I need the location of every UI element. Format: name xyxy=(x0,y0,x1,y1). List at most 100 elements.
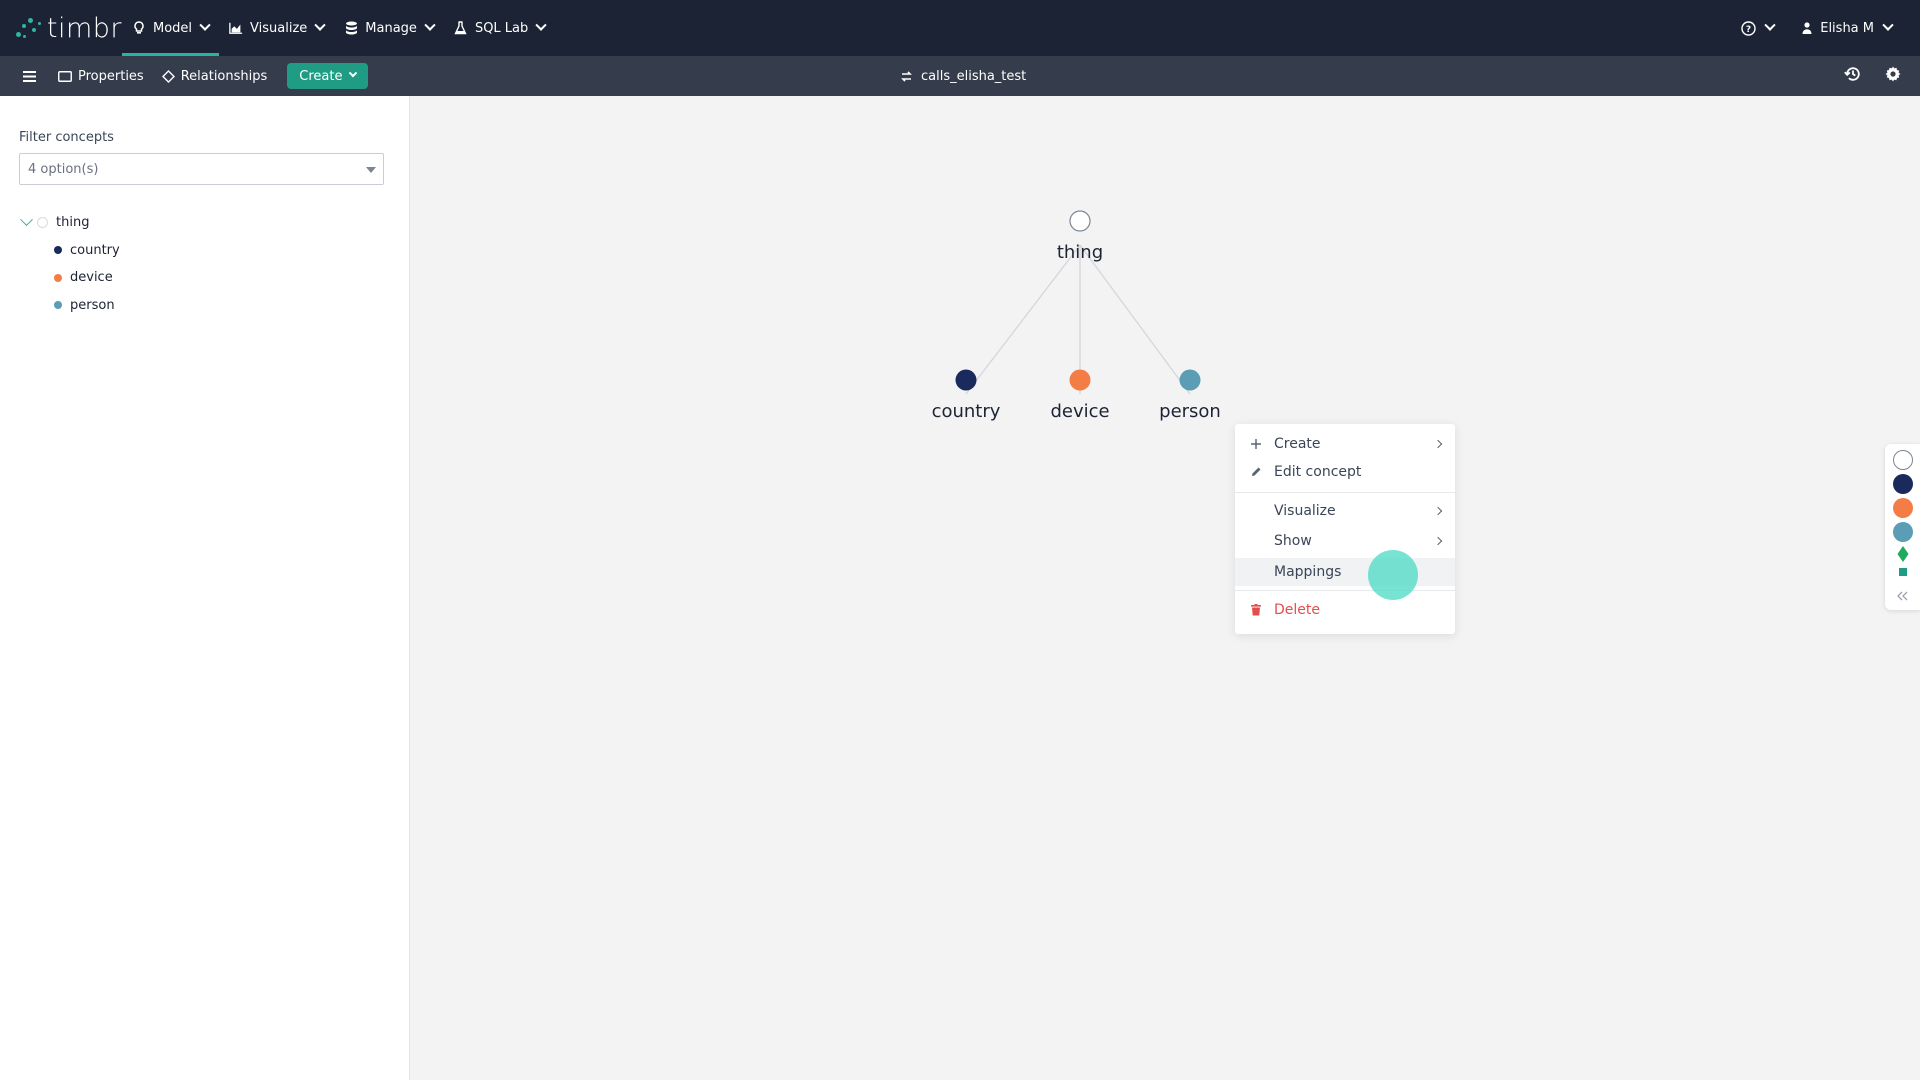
cursor-highlight xyxy=(1368,550,1418,600)
palette-color-orange[interactable] xyxy=(1893,498,1913,518)
node-country[interactable] xyxy=(955,369,977,391)
graph-edge xyxy=(965,244,1081,395)
properties-label: Properties xyxy=(78,68,144,84)
create-label: Create xyxy=(299,68,343,84)
chevron-right-icon xyxy=(1433,439,1443,449)
palette-color-navy[interactable] xyxy=(1893,474,1913,494)
nav-model-label: Model xyxy=(153,20,193,36)
logo-text: timbr xyxy=(46,12,122,44)
area-chart-icon xyxy=(229,21,243,35)
palette-color-teal[interactable] xyxy=(1893,522,1913,542)
chevron-down-icon xyxy=(535,19,547,31)
ctx-delete-label: Delete xyxy=(1274,602,1320,618)
square-shape-icon[interactable] xyxy=(1899,568,1907,576)
ctx-mappings-label: Mappings xyxy=(1274,564,1342,580)
nav-visualize[interactable]: Visualize xyxy=(219,0,334,56)
hamburger-icon xyxy=(22,70,36,82)
nav-model[interactable]: Model xyxy=(122,0,220,56)
nav-manage[interactable]: Manage xyxy=(334,0,444,56)
concept-dot-icon xyxy=(54,246,62,255)
concept-dot-icon xyxy=(37,217,48,229)
node-label-device: device xyxy=(1050,401,1109,422)
graph-edge xyxy=(1079,244,1191,395)
history-button[interactable] xyxy=(1844,65,1862,87)
tree-item-device[interactable]: device xyxy=(22,264,120,292)
node-label-country: country xyxy=(932,401,1001,422)
chevron-down-icon xyxy=(314,19,326,31)
ctx-visualize-label: Visualize xyxy=(1274,503,1336,519)
ctx-visualize[interactable]: Visualize xyxy=(1235,497,1455,525)
filter-concepts-select[interactable]: 4 option(s) xyxy=(19,153,384,185)
settings-button[interactable] xyxy=(1884,65,1902,87)
user-icon xyxy=(1802,22,1812,34)
menu-divider xyxy=(1235,492,1455,493)
user-name: Elisha M xyxy=(1820,20,1874,36)
ctx-create[interactable]: Create xyxy=(1235,430,1455,458)
palette-color-white[interactable] xyxy=(1893,450,1913,470)
filter-concepts-value: 4 option(s) xyxy=(28,161,99,177)
pencil-icon xyxy=(1249,465,1263,479)
nav-sql-lab[interactable]: SQL Lab xyxy=(444,0,555,56)
concepts-sidebar: Filter concepts 4 option(s) thing countr… xyxy=(0,96,410,1080)
menu-divider xyxy=(1235,590,1455,591)
node-device[interactable] xyxy=(1069,369,1091,391)
node-context-menu: Create Edit concept Visualize Show Mappi… xyxy=(1235,424,1455,634)
gear-icon xyxy=(1885,66,1901,82)
diamond-icon xyxy=(161,69,175,83)
properties-button[interactable]: Properties xyxy=(58,69,144,84)
chevron-down-icon xyxy=(199,19,211,31)
tree-item-label: thing xyxy=(56,215,90,231)
ontology-toolbar: Properties Relationships Create calls_el… xyxy=(0,56,1920,96)
filter-concepts-label: Filter concepts xyxy=(19,130,114,145)
ctx-edit-concept[interactable]: Edit concept xyxy=(1235,458,1455,486)
collapse-left-icon[interactable] xyxy=(1896,591,1908,601)
switch-icon xyxy=(901,70,912,82)
top-navbar: timbr Model Visualize Manage SQL Lab ? E… xyxy=(0,0,1920,56)
nav-manage-label: Manage xyxy=(365,20,417,36)
ctx-show[interactable]: Show xyxy=(1235,527,1455,555)
tree-item-label: device xyxy=(70,270,113,286)
properties-icon xyxy=(58,70,72,82)
ctx-show-label: Show xyxy=(1274,533,1312,549)
flask-icon xyxy=(454,21,468,35)
concept-dot-icon xyxy=(54,301,62,310)
ontology-title[interactable]: calls_elisha_test xyxy=(900,56,1026,96)
ontology-graph: thing country device person xyxy=(932,210,1221,422)
history-icon xyxy=(1844,67,1860,81)
tree-item-person[interactable]: person xyxy=(22,292,120,320)
relationships-label: Relationships xyxy=(180,68,268,84)
diamond-shape-icon[interactable] xyxy=(1897,546,1909,562)
chevron-right-icon xyxy=(1433,506,1443,516)
chevron-down-icon[interactable] xyxy=(20,213,33,227)
nav-sql-lab-label: SQL Lab xyxy=(474,20,529,36)
timbr-logo[interactable]: timbr xyxy=(0,0,122,56)
caret-down-icon xyxy=(366,167,376,173)
logo-dots-icon xyxy=(14,14,45,42)
help-menu[interactable]: ? xyxy=(1741,19,1776,36)
hamburger-menu-button[interactable] xyxy=(0,70,58,82)
ontology-graph-canvas[interactable]: thing country device person xyxy=(411,96,1920,1080)
tree-item-label: country xyxy=(70,242,120,258)
node-thing[interactable] xyxy=(1069,210,1091,232)
relationships-button[interactable]: Relationships xyxy=(161,68,268,84)
tree-item-country[interactable]: country xyxy=(22,237,120,265)
chevron-down-icon xyxy=(1764,19,1776,31)
node-label-person: person xyxy=(1159,401,1221,422)
lightbulb-icon xyxy=(132,21,146,35)
database-icon xyxy=(344,21,358,35)
create-button[interactable]: Create xyxy=(287,63,369,89)
node-person[interactable] xyxy=(1179,369,1201,391)
node-label-thing: thing xyxy=(1057,242,1103,263)
trash-icon xyxy=(1249,603,1263,617)
ctx-mappings[interactable]: Mappings xyxy=(1235,558,1455,586)
node-style-palette xyxy=(1885,444,1920,610)
ctx-delete[interactable]: Delete xyxy=(1235,596,1455,624)
ontology-name: calls_elisha_test xyxy=(921,68,1027,84)
chevron-down-icon xyxy=(1882,19,1894,31)
chevron-down-icon xyxy=(349,68,358,78)
tree-item-thing[interactable]: thing xyxy=(20,209,120,237)
concept-dot-icon xyxy=(54,273,62,282)
ctx-edit-concept-label: Edit concept xyxy=(1274,464,1362,480)
user-menu[interactable]: Elisha M xyxy=(1802,19,1894,36)
concept-tree: thing country device person xyxy=(20,209,120,320)
